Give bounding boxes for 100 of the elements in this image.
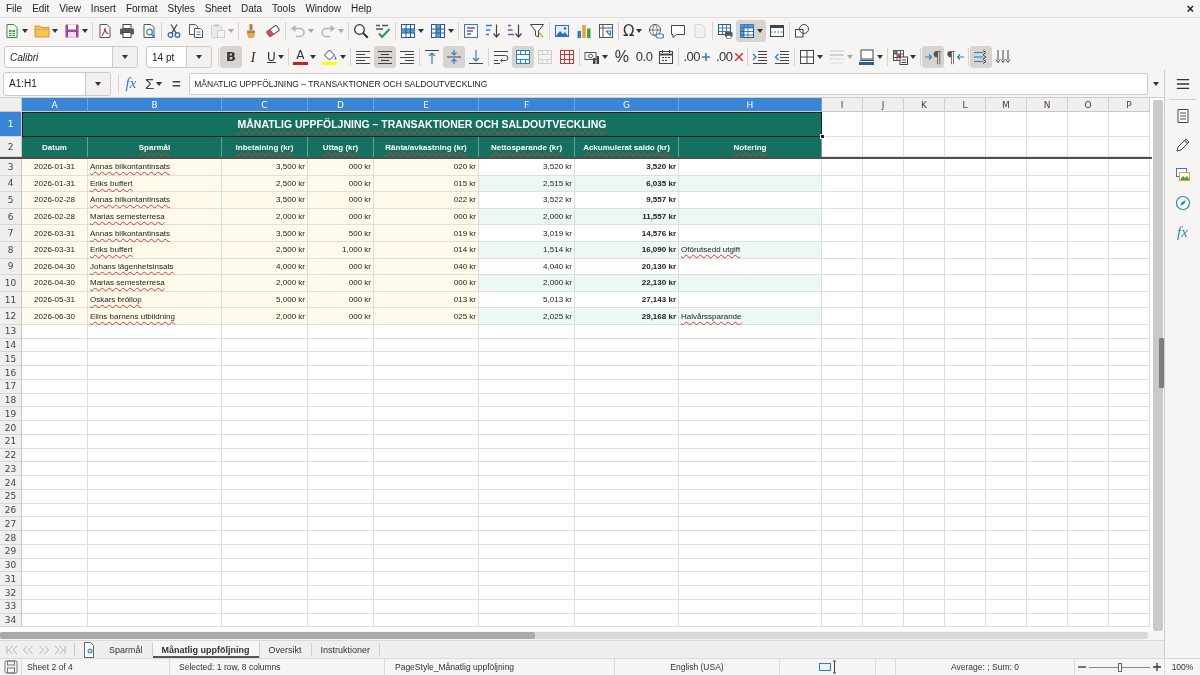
row-header[interactable]: 20 [0, 421, 22, 435]
column-header[interactable]: D [308, 98, 374, 112]
menu-item[interactable]: Window [300, 1, 346, 16]
column-header[interactable]: L [945, 98, 986, 112]
underline-button[interactable]: U [264, 46, 287, 68]
column-header[interactable]: N [1027, 98, 1068, 112]
sum-button[interactable]: Σ [142, 72, 166, 95]
formula-input-field[interactable]: MÅNATLIG UPPFÖLJNING – TRANSAKTIONER OCH SALDOUTVECKLING [189, 72, 1148, 95]
italic-button[interactable]: I [242, 46, 264, 68]
dropdown-button[interactable] [85, 72, 110, 95]
menu-item[interactable]: Format [120, 1, 163, 16]
dropdown-button[interactable] [112, 47, 137, 67]
add-decimal-button[interactable]: .00 [680, 46, 713, 68]
special-character-button[interactable]: Ω [620, 20, 646, 42]
row-header[interactable]: 31 [0, 572, 22, 587]
row-header[interactable]: 10 [0, 275, 22, 292]
row-header[interactable]: 28 [0, 531, 22, 545]
column-header[interactable]: E [374, 98, 479, 112]
caret-icon [418, 29, 424, 33]
menu-item[interactable]: View [54, 1, 86, 16]
formula-button[interactable]: = [165, 72, 188, 95]
language-text[interactable]: English (USA) [670, 662, 724, 672]
font-size-combo[interactable]: 14 pt [146, 46, 212, 68]
blank-page-icon [692, 23, 709, 39]
menu-item[interactable]: Sheet [199, 1, 236, 16]
row-header[interactable]: 2 [0, 137, 22, 157]
row-header[interactable]: 23 [0, 462, 22, 477]
zoom-out-button[interactable] [1078, 663, 1086, 671]
zoom-slider-thumb[interactable] [1117, 662, 1122, 672]
column-header[interactable]: C [222, 98, 308, 112]
menu-item[interactable]: Insert [85, 1, 121, 16]
zoom-percent-text[interactable]: 100% [1171, 662, 1194, 672]
column-header[interactable]: K [904, 98, 945, 112]
right-to-left-button[interactable]: ¶ [944, 46, 967, 68]
row-header[interactable]: 32 [0, 586, 22, 600]
column-header[interactable]: H [679, 98, 822, 112]
menu-item[interactable]: Data [235, 1, 268, 16]
horizontal-scrollbar[interactable] [0, 632, 1148, 639]
table-cell: 000 kr [374, 275, 479, 292]
column-header[interactable]: A [22, 98, 88, 112]
column-header[interactable]: J [863, 98, 904, 112]
add-sheet-button[interactable] [81, 641, 96, 658]
column-header[interactable]: B [88, 98, 222, 112]
close-document-button[interactable]: × [1184, 2, 1196, 15]
row-header[interactable]: 3 [0, 159, 22, 176]
row-header[interactable]: 15 [0, 352, 22, 367]
menu-item[interactable]: Help [346, 1, 377, 16]
table-cell: Annas bilkontantinsats [88, 192, 222, 209]
table-cell: 3,522 kr [479, 192, 575, 209]
caret-icon [816, 55, 823, 59]
sidebar-grip-handle[interactable] [1159, 338, 1164, 388]
downward-arrows-icon [994, 49, 1011, 65]
delete-decimal-button[interactable]: .00 [712, 46, 746, 68]
sheet-tab[interactable]: Instruktioner [311, 643, 381, 656]
zoom-in-button[interactable] [1153, 663, 1161, 671]
percent-format-button[interactable]: % [610, 46, 633, 68]
sheet-tab[interactable]: Månatlig uppföljning [152, 641, 260, 658]
sheet-tab[interactable]: Sparmål [100, 643, 153, 656]
column-header[interactable]: P [1109, 98, 1150, 112]
menu-item[interactable]: Edit [27, 1, 55, 16]
row-header[interactable]: 5 [0, 192, 22, 209]
function-wizard-button[interactable]: fx [120, 72, 142, 95]
copy-documents-icon [188, 23, 204, 39]
row-header[interactable]: 27 [0, 517, 22, 532]
functions-button[interactable]: fx [1169, 219, 1196, 245]
row-header[interactable]: 12 [0, 308, 22, 325]
merge-center-button[interactable] [511, 46, 534, 68]
menu-item[interactable]: File [1, 1, 28, 16]
row-header[interactable]: 1 [0, 112, 22, 137]
compass-icon [1174, 195, 1191, 211]
align-center-button[interactable] [373, 46, 396, 68]
table-cell: 000 kr [308, 159, 374, 176]
column-header[interactable]: F [479, 98, 575, 112]
menu-item[interactable]: Tools [267, 1, 301, 16]
page-style-text[interactable]: PageStyle_Månatlig uppföljning [395, 662, 515, 672]
column-header[interactable]: M [986, 98, 1027, 112]
dropdown-button[interactable] [186, 47, 211, 67]
menu-item[interactable]: Styles [162, 1, 200, 16]
sheet-position-text[interactable]: Sheet 2 of 4 [27, 662, 73, 672]
column-header[interactable]: O [1068, 98, 1109, 112]
scrollbar-thumb[interactable] [0, 632, 535, 639]
number-format-button[interactable]: 0.0 [632, 46, 656, 68]
text-left-to-right-button[interactable] [969, 46, 992, 68]
vertical-scrollbar[interactable] [1153, 100, 1163, 631]
row-header[interactable]: 19 [0, 407, 22, 422]
font-color-button[interactable]: A [289, 46, 319, 68]
name-box[interactable]: A1:H1 [3, 71, 111, 96]
selection-handle[interactable] [820, 134, 825, 139]
column-heading: Ränta/avkastning (kr) [374, 137, 479, 157]
column-header[interactable]: I [822, 98, 863, 112]
bold-button[interactable]: B [220, 46, 242, 68]
freeze-panes-button[interactable] [736, 20, 767, 42]
row-header[interactable]: 24 [0, 476, 22, 490]
row-header[interactable]: 7 [0, 225, 22, 242]
plus-icon [1153, 663, 1161, 671]
left-to-right-button[interactable]: ¶ [921, 46, 945, 68]
sheet-tab[interactable]: Oversikt [259, 643, 312, 656]
column-header[interactable]: G [575, 98, 679, 112]
font-name-combo[interactable]: Calibri [4, 46, 138, 68]
row-header[interactable]: 16 [0, 366, 22, 380]
